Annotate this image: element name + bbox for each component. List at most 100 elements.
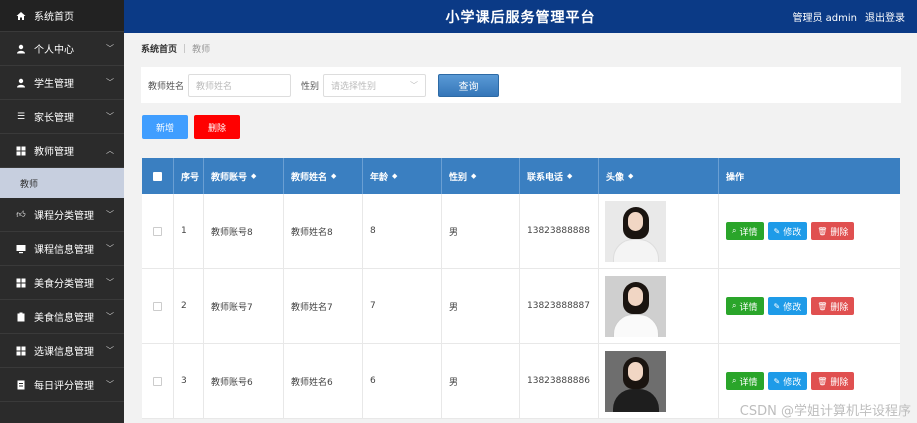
- teacher-table: 序号 教师账号 ◆ 教师姓名 ◆ 年龄 ◆ 性别 ◆ 联系电话 ◆ 头像 ◆ 操作 1 教师…: [142, 158, 900, 419]
- column-header-index: 序号: [174, 158, 204, 194]
- cell-phone: 13823888888: [520, 194, 599, 268]
- sort-icon: ◆: [392, 172, 398, 180]
- column-header-phone[interactable]: 联系电话 ◆: [520, 158, 599, 194]
- chevron-down-icon: ﹀: [106, 380, 114, 389]
- user-icon: [14, 78, 28, 88]
- cell-gender: 男: [442, 344, 520, 418]
- sidebar-item-students[interactable]: 学生管理 ﹀: [0, 66, 124, 100]
- column-header-avatar[interactable]: 头像 ◆: [599, 158, 719, 194]
- sort-icon: ◆: [251, 172, 257, 180]
- clipboard-icon: [14, 312, 28, 322]
- chevron-down-icon: ﹀: [106, 346, 114, 355]
- cell-phone: 13823888887: [520, 269, 599, 343]
- cell-account: 教师账号6: [204, 344, 284, 418]
- column-label: 序号: [181, 172, 200, 183]
- row-checkbox[interactable]: [153, 376, 162, 386]
- column-label: 年龄: [370, 172, 389, 183]
- sidebar-item-course-category[interactable]: 👍︎ 课程分类管理 ﹀: [0, 198, 124, 232]
- doc-icon: [14, 380, 28, 390]
- column-header-name[interactable]: 教师姓名 ◆: [284, 158, 363, 194]
- column-header-account[interactable]: 教师账号 ◆: [204, 158, 284, 194]
- row-delete-button[interactable]: 🗑︎ 删除: [811, 222, 855, 240]
- row-checkbox[interactable]: [153, 226, 162, 236]
- sidebar-item-daily-rating[interactable]: 每日评分管理 ﹀: [0, 368, 124, 402]
- thumb-icon: 👍︎: [16, 209, 26, 220]
- teacher-name-placeholder: 教师姓名: [196, 81, 233, 92]
- teacher-name-label: 教师姓名: [148, 81, 185, 92]
- sort-icon: ◆: [331, 172, 337, 180]
- cell-name: 教师姓名6: [284, 344, 363, 418]
- sidebar-item-teachers[interactable]: 教师管理 ︿: [0, 134, 124, 168]
- detail-button[interactable]: ⌕ 详情: [726, 297, 764, 315]
- teacher-name-input[interactable]: 教师姓名: [188, 73, 292, 97]
- column-label: 性别: [449, 172, 468, 183]
- top-header: 小学课后服务管理平台 管理员 admin 退出登录: [124, 0, 917, 33]
- sidebar-item-course-info[interactable]: 课程信息管理 ﹀: [0, 232, 124, 266]
- avatar: [605, 200, 666, 262]
- edit-button[interactable]: ✎ 修改: [767, 222, 808, 240]
- button-label: 删除: [830, 302, 849, 313]
- current-user: 管理员 admin: [792, 13, 857, 24]
- button-label: 删除: [830, 377, 849, 388]
- sidebar-item-food-category[interactable]: 美食分类管理 ﹀: [0, 266, 124, 300]
- search-icon: ⌕: [732, 301, 737, 310]
- sidebar-item-label: 学生管理: [34, 79, 74, 90]
- cell-age: 8: [363, 194, 442, 268]
- edit-button[interactable]: ✎ 修改: [767, 297, 808, 315]
- grid-icon: [14, 346, 28, 356]
- add-button[interactable]: 新增: [142, 115, 188, 139]
- gender-placeholder: 请选择性别: [331, 81, 377, 92]
- column-label: 联系电话: [527, 172, 564, 183]
- pencil-icon: ✎: [773, 376, 781, 386]
- button-label: 详情: [739, 227, 758, 238]
- edit-button[interactable]: ✎ 修改: [767, 372, 808, 390]
- chevron-down-icon: ﹀: [106, 278, 114, 287]
- sidebar-subitem-teacher[interactable]: 教师: [0, 168, 124, 198]
- sort-icon: ◆: [628, 172, 634, 180]
- sidebar-item-personal[interactable]: 个人中心 ﹀: [0, 32, 124, 66]
- cell-account: 教师账号8: [204, 194, 284, 268]
- sidebar-item-parents[interactable]: ☰ 家长管理 ﹀: [0, 100, 124, 134]
- column-header-age[interactable]: 年龄 ◆: [363, 158, 442, 194]
- row-delete-button[interactable]: 🗑︎ 删除: [811, 372, 855, 390]
- column-header-actions: 操作: [719, 158, 900, 194]
- button-label: 删除: [830, 227, 849, 238]
- sidebar-item-food-info[interactable]: 美食信息管理 ﹀: [0, 300, 124, 334]
- button-label: 详情: [739, 302, 758, 313]
- cell-name: 教师姓名7: [284, 269, 363, 343]
- cell-account: 教师账号7: [204, 269, 284, 343]
- avatar: [605, 275, 666, 337]
- sidebar-item-label: 系统首页: [34, 12, 74, 23]
- column-label: 头像: [606, 172, 625, 183]
- sidebar: 系统首页 个人中心 ﹀ 学生管理 ﹀ ☰ 家长管理 ﹀ 教师管理 ︿ 教师 👍︎…: [0, 0, 124, 423]
- table-row: 2 教师账号7 教师姓名7 7 男 13823888887 ⌕ 详情 ✎ 修改 🗑︎…: [142, 269, 900, 344]
- column-label: 教师姓名: [291, 172, 328, 183]
- detail-button[interactable]: ⌕ 详情: [726, 372, 764, 390]
- cell-avatar: [599, 269, 719, 343]
- select-all-checkbox[interactable]: [153, 171, 162, 181]
- cell-age: 7: [363, 269, 442, 343]
- query-button[interactable]: 查询: [438, 73, 500, 97]
- sidebar-item-label: 课程信息管理: [34, 245, 94, 256]
- row-delete-button[interactable]: 🗑︎ 删除: [811, 297, 855, 315]
- breadcrumb-separator: |: [183, 43, 187, 54]
- home-icon: [14, 11, 28, 21]
- grid-icon: [14, 146, 28, 156]
- chevron-down-icon: ﹀: [106, 78, 114, 87]
- breadcrumb-current: 教师: [192, 45, 211, 55]
- gender-select[interactable]: 请选择性别 ﹀: [323, 73, 427, 97]
- column-header-gender[interactable]: 性别 ◆: [442, 158, 520, 194]
- logout-link[interactable]: 退出登录: [865, 9, 905, 24]
- chevron-down-icon: ﹀: [106, 244, 114, 253]
- breadcrumb-home[interactable]: 系统首页: [141, 42, 177, 55]
- breadcrumb: 系统首页 | 教师: [141, 42, 211, 56]
- delete-button[interactable]: 删除: [194, 115, 240, 139]
- detail-button[interactable]: ⌕ 详情: [726, 222, 764, 240]
- grid-icon: [14, 278, 28, 288]
- row-select-cell: [142, 194, 174, 268]
- select-all-cell: [142, 158, 174, 194]
- sidebar-item-home[interactable]: 系统首页: [0, 0, 124, 32]
- sidebar-item-course-selection[interactable]: 选课信息管理 ﹀: [0, 334, 124, 368]
- row-checkbox[interactable]: [153, 301, 162, 311]
- avatar: [605, 350, 666, 412]
